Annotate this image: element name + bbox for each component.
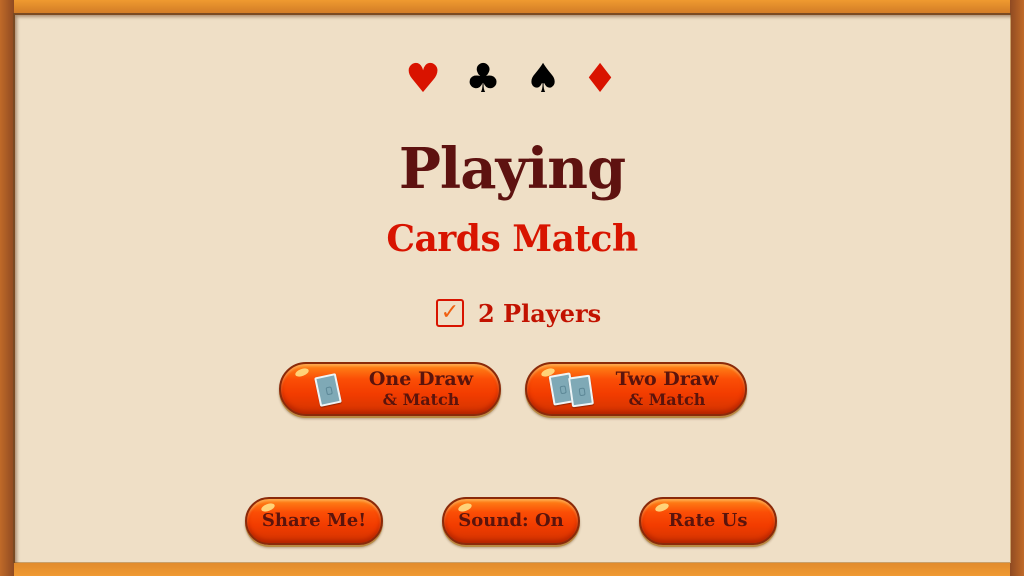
sound-toggle-button[interactable]: Sound: On — [442, 497, 580, 545]
club-icon: ♣ — [465, 56, 501, 102]
share-button[interactable]: Share Me! — [245, 497, 383, 545]
two-players-label: 2 Players — [478, 298, 602, 328]
sound-button-label: Sound: On — [458, 510, 564, 531]
heart-icon: ♥ — [405, 56, 441, 102]
diamond-icon: ♦ — [582, 56, 618, 102]
share-button-label: Share Me! — [261, 510, 367, 531]
two-draw-label: Two Draw & Match — [605, 370, 729, 408]
game-title: Playing — [398, 136, 626, 202]
two-draw-label-line1: Two Draw — [615, 368, 719, 390]
two-draw-match-button[interactable]: Two Draw & Match — [525, 362, 747, 416]
one-draw-label-line2: & Match — [382, 390, 460, 409]
frame-top-edge — [0, 0, 1024, 14]
checkmark-icon: ✓ — [440, 300, 460, 325]
two-players-toggle[interactable]: ✓ 2 Players — [436, 297, 601, 329]
one-draw-label: One Draw & Match — [359, 370, 483, 408]
one-draw-match-button[interactable]: One Draw & Match — [279, 362, 501, 416]
two-players-checkbox[interactable]: ✓ — [436, 299, 464, 327]
button-shine — [654, 501, 670, 514]
two-draw-label-line2: & Match — [628, 390, 706, 409]
game-subtitle: Cards Match — [386, 218, 638, 260]
card-back-icon — [568, 374, 594, 408]
card-suits-row: ♥ ♣ ♠ ♦ — [0, 56, 1024, 102]
button-shine — [294, 366, 310, 379]
frame-bottom-edge — [0, 562, 1024, 576]
one-draw-label-line1: One Draw — [368, 368, 474, 390]
single-card-icon — [314, 373, 342, 407]
rate-us-button[interactable]: Rate Us — [639, 497, 777, 545]
spade-icon: ♠ — [525, 56, 561, 102]
rate-us-button-label: Rate Us — [668, 510, 748, 531]
